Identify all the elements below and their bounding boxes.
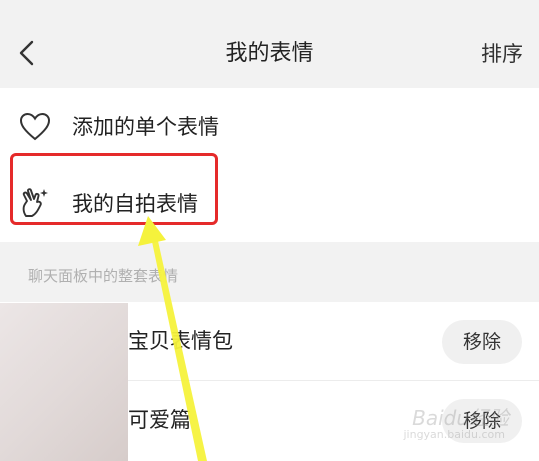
my-stickers-screen: 我的表情 排序 添加的单个表情 我的自拍表情 聊天面板中的整套表情 宝贝表情包 … bbox=[0, 0, 539, 461]
arrow-annotation bbox=[138, 216, 207, 461]
watermark-url: jingyan.baidu.com bbox=[403, 428, 505, 441]
watermark-logo: Baidu经验 bbox=[412, 406, 509, 430]
